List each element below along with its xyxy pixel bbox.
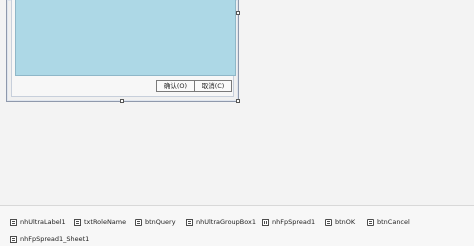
tray-item-txtrolename[interactable]: txtRoleName xyxy=(74,216,126,228)
button-icon xyxy=(367,218,374,226)
button-icon xyxy=(325,218,332,226)
label-icon xyxy=(10,218,17,226)
tray-item-nhfpspread1[interactable]: nhFpSpread1 xyxy=(262,216,315,228)
tray-item-btnok[interactable]: btnOK xyxy=(325,216,355,228)
tray-item-nhultragroupbox1[interactable]: nhUltraGroupBox1 xyxy=(186,216,256,228)
tray-item-label: btnOK xyxy=(335,218,356,226)
ok-button[interactable]: 确认(O) xyxy=(156,80,195,92)
tray-item-btncancel[interactable]: btnCancel xyxy=(367,216,410,228)
tray-item-nhultralabel1[interactable]: nhUltraLabel1 xyxy=(10,216,66,228)
tray-item-nhfpspread1-sheet1[interactable]: nhFpSpread1_Sheet1 xyxy=(10,233,89,245)
spread-icon xyxy=(262,218,269,226)
tray-item-label: btnQuery xyxy=(145,218,176,226)
tray-item-label: txtRoleName xyxy=(84,218,127,226)
tray-item-label: nhFpSpread1 xyxy=(272,218,316,226)
tray-item-label: nhFpSpread1_Sheet1 xyxy=(20,235,90,243)
designed-form[interactable]: 确认(O) 取消(C) xyxy=(6,0,239,102)
cancel-button[interactable]: 取消(C) xyxy=(194,80,232,92)
button-icon xyxy=(135,218,142,226)
sheet-icon xyxy=(10,235,17,243)
resize-handle-bottom-right[interactable] xyxy=(236,99,240,103)
tray-item-label: nhUltraLabel1 xyxy=(20,218,66,226)
tray-item-label: nhUltraGroupBox1 xyxy=(196,218,257,226)
groupbox-icon xyxy=(186,218,193,226)
component-tray: nhUltraLabel1 txtRoleName btnQuery nhUlt… xyxy=(0,206,474,246)
resize-handle-right-middle[interactable] xyxy=(236,11,240,15)
textbox-icon xyxy=(74,218,81,226)
spread-grid[interactable] xyxy=(15,0,236,76)
resize-handle-bottom-center[interactable] xyxy=(120,99,124,103)
tray-item-label: btnCancel xyxy=(377,218,410,226)
tray-item-btnquery[interactable]: btnQuery xyxy=(135,216,176,228)
